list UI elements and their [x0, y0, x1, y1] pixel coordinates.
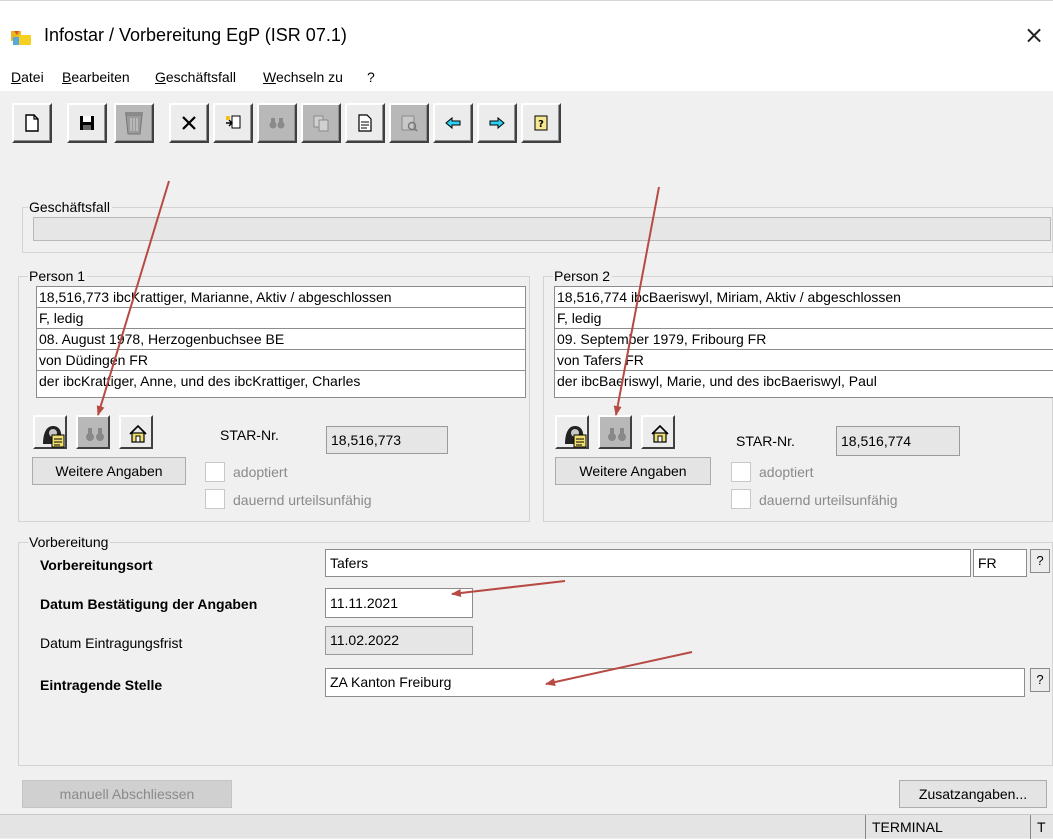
datum-eintragungsfrist-field: 11.02.2022: [325, 626, 473, 655]
menu-geschaeftsfall[interactable]: Geschäftsfall: [155, 69, 236, 85]
datum-eintragungsfrist-label: Datum Eintragungsfrist: [40, 635, 183, 651]
person1-info-line: 08. August 1978, Herzogenbuchsee BE: [37, 329, 525, 350]
arrow-left-icon: [445, 116, 461, 130]
eintragende-stelle-input[interactable]: ZA Kanton Freiburg: [325, 668, 1025, 697]
kanton-input[interactable]: FR: [973, 549, 1027, 577]
person2-address-button[interactable]: [641, 415, 675, 449]
person2-dauernd-label: dauernd urteilsunfähig: [759, 492, 898, 508]
arrow-right-icon: [489, 116, 505, 130]
person2-person-record-button[interactable]: [555, 415, 589, 449]
delete-button[interactable]: [114, 103, 154, 143]
cancel-button[interactable]: [169, 103, 209, 143]
person2-info-list[interactable]: 18,516,774 ibcBaeriswyl, Miriam, Aktiv /…: [554, 286, 1053, 398]
copy-button[interactable]: [301, 103, 341, 143]
person2-label: Person 2: [553, 268, 613, 284]
person1-adoptiert-checkbox[interactable]: [205, 462, 225, 482]
person2-adoptiert-label: adoptiert: [759, 464, 814, 480]
person-record-icon: [565, 426, 587, 448]
eintragende-stelle-help-button[interactable]: ?: [1030, 668, 1050, 692]
preview-button[interactable]: [389, 103, 429, 143]
person1-star-nr-label: STAR-Nr.: [220, 427, 279, 443]
person1-info-line: F, ledig: [37, 308, 525, 329]
person2-star-nr-label: STAR-Nr.: [736, 433, 795, 449]
menu-datei[interactable]: Datei: [11, 69, 44, 85]
geschaeftsfall-field: [33, 217, 1051, 241]
document-button[interactable]: [345, 103, 385, 143]
menu-bearbeiten[interactable]: Bearbeiten: [62, 69, 130, 85]
menu-help[interactable]: ?: [367, 69, 375, 85]
person1-star-nr-field: 18,516,773: [326, 426, 448, 454]
status-t: T: [1030, 815, 1053, 839]
copy-icon: [313, 115, 329, 132]
manuell-abschliessen-button[interactable]: manuell Abschliessen: [22, 780, 232, 808]
datum-bestaetigung-input[interactable]: 11.11.2021: [325, 588, 473, 618]
preview-icon: [401, 115, 418, 132]
previous-button[interactable]: [433, 103, 473, 143]
title-bar: Infostar / Vorbereitung EgP (ISR 07.1) ×: [0, 1, 1053, 65]
person1-search-button[interactable]: [76, 415, 110, 449]
zusatzangaben-button[interactable]: Zusatzangaben...: [899, 780, 1047, 808]
person-record-icon: [43, 426, 65, 448]
person2-info-line: F, ledig: [555, 308, 1053, 329]
person2-info-line: der ibcBaeriswyl, Marie, und des ibcBaer…: [557, 373, 877, 389]
person1-info-list[interactable]: 18,516,773 ibcKrattiger, Marianne, Aktiv…: [36, 286, 526, 398]
person2-info-line: 09. September 1979, Fribourg FR: [555, 329, 1053, 350]
status-terminal: TERMINAL: [865, 815, 1030, 839]
app-logo-icon: [11, 29, 33, 47]
window-title: Infostar / Vorbereitung EgP (ISR 07.1): [44, 25, 347, 45]
menu-wechseln-zu[interactable]: Wechseln zu: [263, 69, 343, 85]
status-bar: TERMINAL T: [0, 814, 1053, 839]
import-button[interactable]: [213, 103, 253, 143]
close-window-button[interactable]: ×: [1022, 21, 1046, 49]
eintragende-stelle-label: Eintragende Stelle: [40, 677, 163, 693]
new-button[interactable]: [12, 103, 52, 143]
person2-weitere-angaben-button[interactable]: Weitere Angaben: [555, 457, 711, 485]
person2-search-button[interactable]: [598, 415, 632, 449]
binoculars-icon: [269, 118, 285, 129]
document-icon: [358, 114, 372, 132]
person1-dauernd-checkbox[interactable]: [205, 489, 225, 509]
help-icon: ?: [534, 115, 548, 131]
vorbereitungsort-input[interactable]: Tafers: [325, 549, 971, 577]
trash-icon: [125, 112, 143, 135]
search-button[interactable]: [257, 103, 297, 143]
geschaeftsfall-label: Geschäftsfall: [28, 199, 112, 215]
vorbereitungsort-help-button[interactable]: ?: [1030, 549, 1050, 573]
vorbereitung-label: Vorbereitung: [28, 534, 111, 550]
toolbar: ?: [0, 91, 1053, 163]
save-button[interactable]: [67, 103, 107, 143]
application-window: Infostar / Vorbereitung EgP (ISR 07.1) ×…: [0, 0, 1053, 839]
person2-adoptiert-checkbox[interactable]: [731, 462, 751, 482]
vorbereitungsort-label: Vorbereitungsort: [40, 557, 153, 573]
binoculars-icon: [608, 428, 626, 441]
home-icon: [651, 424, 669, 443]
person1-weitere-angaben-button[interactable]: Weitere Angaben: [32, 457, 186, 485]
binoculars-icon: [86, 428, 104, 441]
home-icon: [129, 424, 147, 443]
menu-bar: Datei Bearbeiten Geschäftsfall Wechseln …: [0, 65, 1053, 91]
person2-star-nr-field: 18,516,774: [836, 426, 960, 456]
close-x-icon: [182, 116, 196, 130]
person1-info-line: 18,516,773 ibcKrattiger, Marianne, Aktiv…: [37, 287, 525, 308]
person1-address-button[interactable]: [119, 415, 153, 449]
person1-adoptiert-label: adoptiert: [233, 464, 288, 480]
person2-info-line: 18,516,774 ibcBaeriswyl, Miriam, Aktiv /…: [555, 287, 1053, 308]
person1-info-line: der ibcKrattiger, Anne, und des ibcKratt…: [39, 373, 361, 389]
person1-person-record-button[interactable]: [33, 415, 67, 449]
person1-dauernd-label: dauernd urteilsunfähig: [233, 492, 372, 508]
person1-info-line: von Düdingen FR: [37, 350, 525, 371]
person1-label: Person 1: [28, 268, 88, 284]
person2-info-line: von Tafers FR: [555, 350, 1053, 371]
save-disk-icon: [80, 116, 94, 130]
new-document-icon: [25, 114, 39, 132]
next-button[interactable]: [477, 103, 517, 143]
svg-text:?: ?: [538, 119, 544, 130]
datum-bestaetigung-label: Datum Bestätigung der Angaben: [40, 596, 258, 612]
person2-dauernd-checkbox[interactable]: [731, 489, 751, 509]
import-icon: [226, 115, 241, 129]
help-button[interactable]: ?: [521, 103, 561, 143]
